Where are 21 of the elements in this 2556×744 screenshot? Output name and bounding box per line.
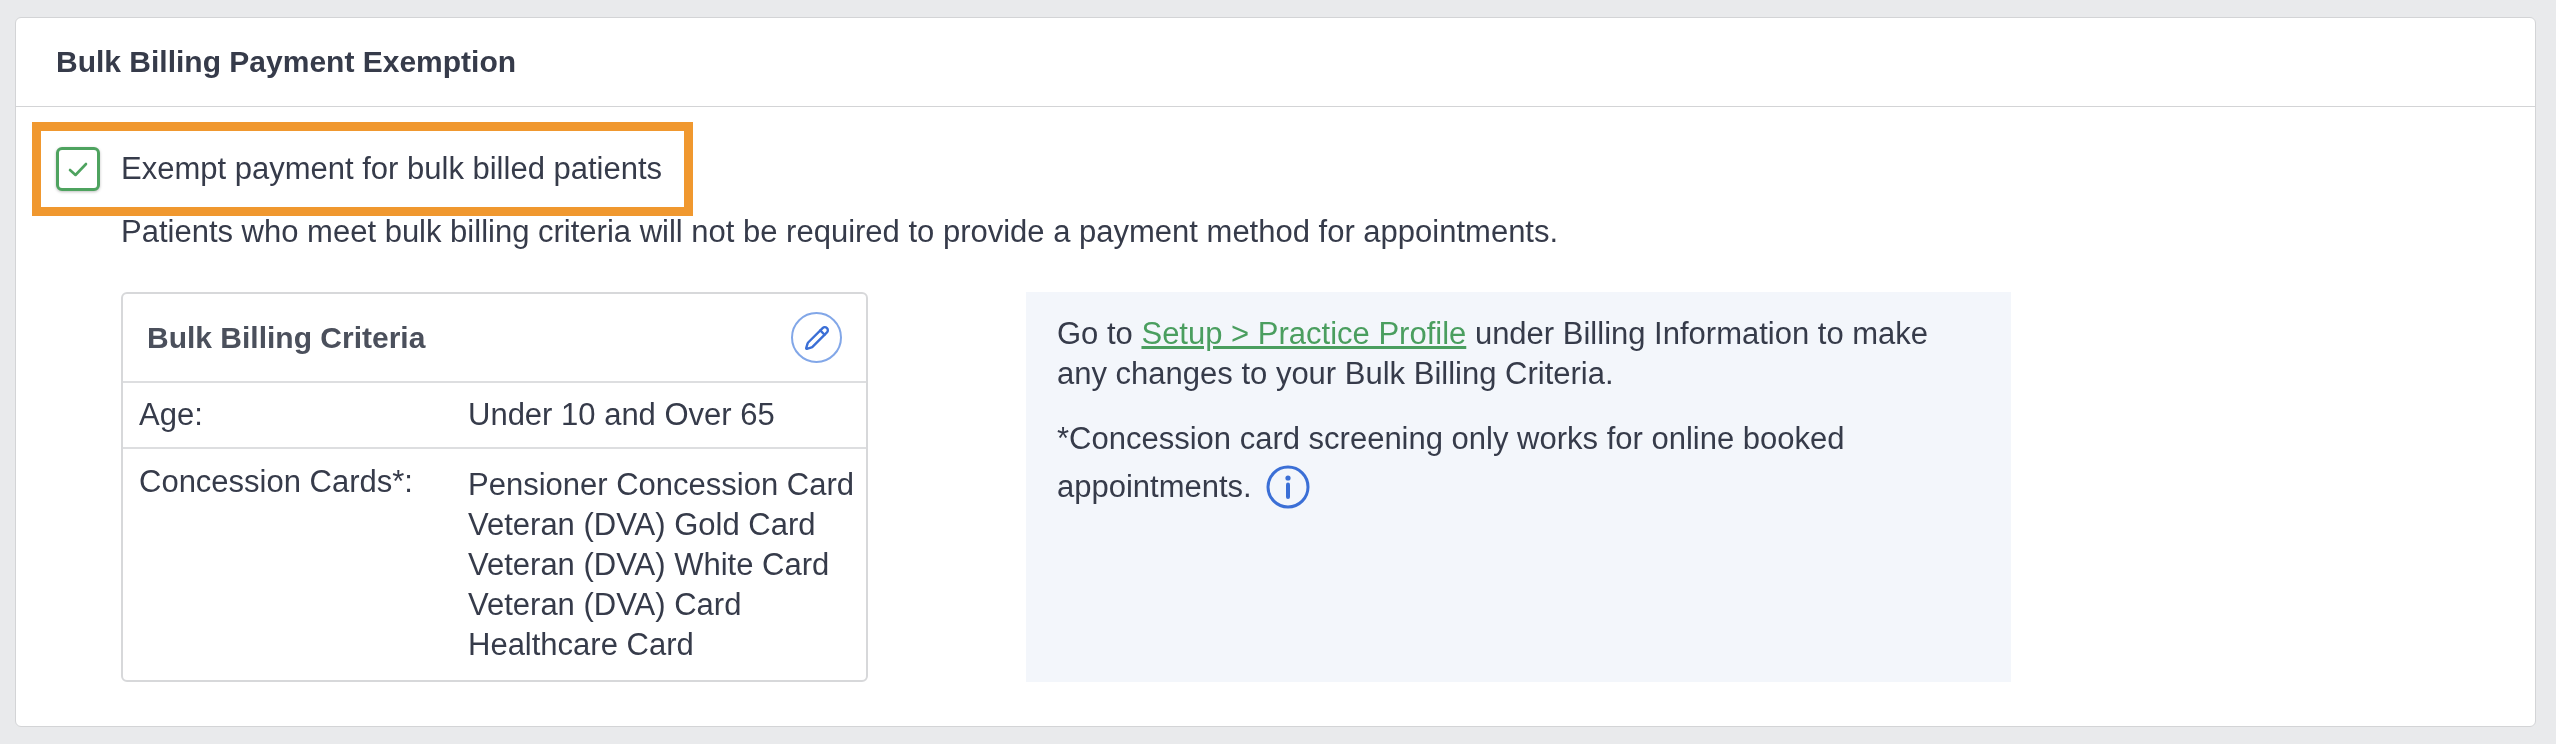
row-label: Age: (139, 397, 203, 432)
checkbox-label: Exempt payment for bulk billed patients (121, 151, 663, 187)
checkbox[interactable] (56, 147, 100, 191)
row-value: Veteran (DVA) Gold Card (468, 506, 816, 544)
checkmark-icon (68, 161, 88, 177)
criteria-title: Bulk Billing Criteria (147, 319, 426, 356)
concession-note: *Concession card screening only works for online booked (1057, 420, 1845, 458)
concession-note: appointments. (1057, 468, 1252, 506)
pencil-icon (803, 324, 830, 351)
practice-profile-link[interactable]: Setup > Practice Profile (1141, 316, 1467, 351)
row-value: Pensioner Concession Card (468, 466, 854, 504)
setup-instructions: Go to Setup > Practice Profile under Billing Information to make any changes to your Bulk Billing Criteria. (1057, 315, 1930, 393)
panel-title: Bulk Billing Payment Exemption (56, 44, 517, 80)
row-value: Under 10 and Over 65 (468, 398, 775, 432)
row-value: Veteran (DVA) Card (468, 586, 742, 624)
row-label: Concession Cards*: (139, 464, 413, 499)
row-value: Healthcare Card (468, 626, 694, 664)
exemption-description: Patients who meet bulk billing criteria will not be required to provide a payment method for appointments. (121, 216, 1559, 248)
info-icon[interactable] (1265, 465, 1310, 509)
edit-button[interactable] (791, 312, 842, 363)
row-value: Veteran (DVA) White Card (468, 546, 830, 584)
